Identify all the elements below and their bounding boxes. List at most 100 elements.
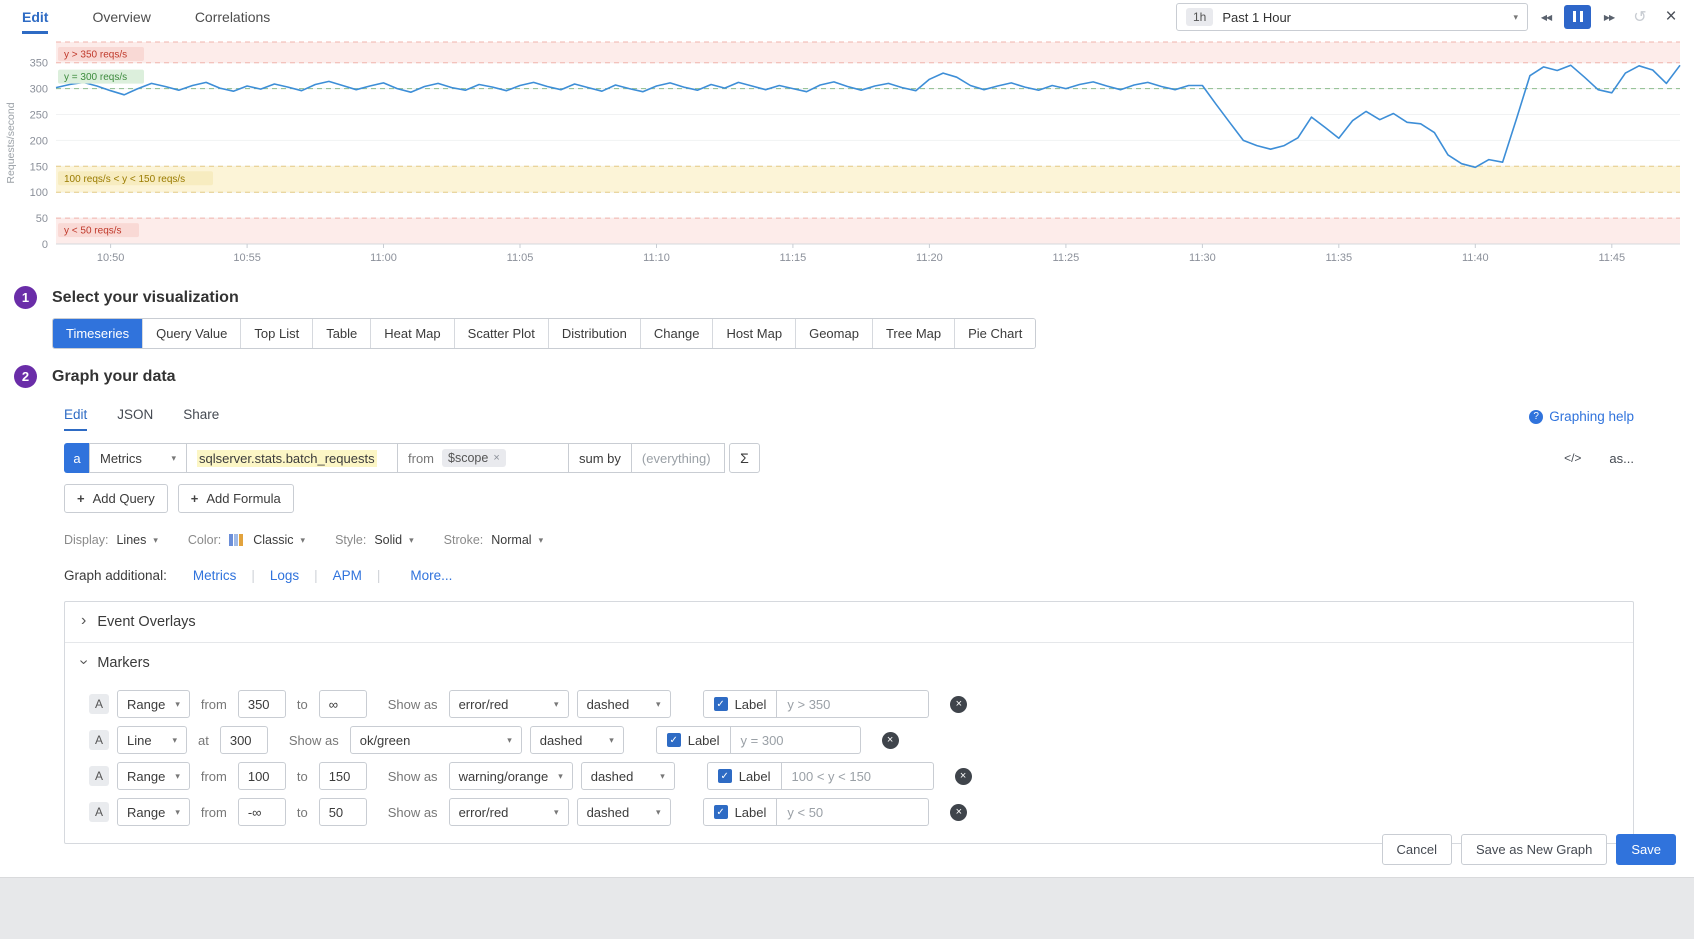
marker-type-select[interactable]: Range▾ bbox=[117, 762, 190, 790]
remove-marker-icon[interactable]: × bbox=[955, 768, 972, 785]
remove-marker-icon[interactable]: × bbox=[950, 804, 967, 821]
close-icon[interactable]: × bbox=[1658, 5, 1684, 29]
graphing-help-link[interactable]: ? Graphing help bbox=[1529, 409, 1634, 431]
time-range-label: Past 1 Hour bbox=[1222, 10, 1504, 25]
save-button[interactable]: Save bbox=[1616, 834, 1676, 865]
pause-button[interactable] bbox=[1564, 5, 1591, 29]
display-type-select[interactable]: Lines ▾ bbox=[116, 533, 157, 547]
remove-scope-icon[interactable]: × bbox=[493, 452, 499, 464]
marker-line-style-select[interactable]: dashed▾ bbox=[577, 690, 671, 718]
viz-option-distribution[interactable]: Distribution bbox=[548, 319, 640, 348]
viz-option-geomap[interactable]: Geomap bbox=[795, 319, 872, 348]
marker-to-input[interactable]: ∞ bbox=[319, 690, 367, 718]
marker-type-select[interactable]: Range▾ bbox=[117, 690, 190, 718]
query-letter-badge: a bbox=[64, 443, 90, 473]
color-palette-select[interactable]: Classic ▾ bbox=[229, 533, 305, 547]
event-overlays-header[interactable]: › Event Overlays bbox=[65, 602, 1633, 643]
marker-severity-select[interactable]: error/red▾ bbox=[449, 690, 569, 718]
plus-icon: + bbox=[191, 491, 199, 506]
save-as-new-graph-button[interactable]: Save as New Graph bbox=[1461, 834, 1607, 865]
as-button[interactable]: as... bbox=[1609, 451, 1634, 466]
query-row: a Metrics ▾ sqlserver.stats.batch_reques… bbox=[64, 443, 1634, 473]
options-panels: › Event Overlays › Markers A Range▾ from bbox=[64, 601, 1634, 844]
scope-input[interactable]: from $scope × bbox=[397, 443, 569, 473]
checkbox-checked-icon[interactable]: ✓ bbox=[714, 697, 728, 711]
page-background-strip bbox=[0, 877, 1694, 939]
stroke-select[interactable]: Normal ▾ bbox=[491, 533, 543, 547]
skip-backward-button[interactable]: ◀◀ bbox=[1533, 5, 1559, 29]
viz-option-scatter-plot[interactable]: Scatter Plot bbox=[454, 319, 548, 348]
viz-option-host-map[interactable]: Host Map bbox=[712, 319, 795, 348]
tab-correlations[interactable]: Correlations bbox=[195, 0, 270, 34]
restart-icon[interactable]: ↺ bbox=[1627, 5, 1653, 29]
svg-text:11:20: 11:20 bbox=[916, 252, 943, 264]
time-range-picker[interactable]: 1h Past 1 Hour ▾ bbox=[1176, 3, 1528, 31]
marker-label-input[interactable]: y < 50 bbox=[777, 798, 929, 826]
viz-option-timeseries[interactable]: Timeseries bbox=[53, 319, 142, 348]
marker-label-input[interactable]: y = 300 bbox=[731, 726, 861, 754]
marker-to-input[interactable]: 50 bbox=[319, 798, 367, 826]
marker-line-style-select[interactable]: dashed▾ bbox=[577, 798, 671, 826]
svg-text:350: 350 bbox=[30, 58, 48, 70]
viz-option-query-value[interactable]: Query Value bbox=[142, 319, 240, 348]
viz-option-tree-map[interactable]: Tree Map bbox=[872, 319, 954, 348]
checkbox-checked-icon[interactable]: ✓ bbox=[714, 805, 728, 819]
tab-overview[interactable]: Overview bbox=[92, 0, 150, 34]
remove-marker-icon[interactable]: × bbox=[882, 732, 899, 749]
marker-severity-select[interactable]: warning/orange▾ bbox=[449, 762, 573, 790]
marker-severity-select[interactable]: error/red▾ bbox=[449, 798, 569, 826]
marker-to-input[interactable]: 150 bbox=[319, 762, 367, 790]
tab-edit[interactable]: Edit bbox=[22, 0, 48, 34]
cancel-button[interactable]: Cancel bbox=[1382, 834, 1452, 865]
marker-line-style-select[interactable]: dashed▾ bbox=[581, 762, 675, 790]
marker-label-input[interactable]: y > 350 bbox=[777, 690, 929, 718]
tab-editor-json[interactable]: JSON bbox=[117, 407, 153, 431]
tab-editor-share[interactable]: Share bbox=[183, 407, 219, 431]
top-bar: Edit Overview Correlations 1h Past 1 Hou… bbox=[0, 0, 1694, 34]
additional-metrics-link[interactable]: Metrics bbox=[193, 568, 237, 583]
checkbox-checked-icon[interactable]: ✓ bbox=[667, 733, 681, 747]
marker-label-toggle[interactable]: ✓ Label bbox=[703, 798, 778, 826]
markers-header[interactable]: › Markers bbox=[65, 643, 1633, 683]
marker-label-toggle[interactable]: ✓ Label bbox=[703, 690, 778, 718]
marker-label-toggle[interactable]: ✓ Label bbox=[707, 762, 782, 790]
remove-marker-icon[interactable]: × bbox=[950, 696, 967, 713]
display-label: Display: bbox=[64, 533, 108, 547]
marker-type-select[interactable]: Range▾ bbox=[117, 798, 190, 826]
marker-type-select[interactable]: Line▾ bbox=[117, 726, 187, 754]
sigma-button[interactable]: Σ bbox=[729, 443, 760, 473]
skip-forward-button[interactable]: ▶▶ bbox=[1596, 5, 1622, 29]
tab-editor-edit[interactable]: Edit bbox=[64, 407, 87, 431]
line-style-select[interactable]: Solid ▾ bbox=[374, 533, 413, 547]
data-source-select[interactable]: Metrics ▾ bbox=[89, 443, 187, 473]
marker-from-input[interactable]: 100 bbox=[238, 762, 286, 790]
additional-logs-link[interactable]: Logs bbox=[270, 568, 299, 583]
marker-from-input[interactable]: -∞ bbox=[238, 798, 286, 826]
timeseries-chart[interactable]: 050100150200250300350y > 350 reqs/sy = 3… bbox=[0, 34, 1694, 270]
marker-query-badge: A bbox=[89, 766, 109, 786]
metric-input[interactable]: sqlserver.stats.batch_requests bbox=[186, 443, 398, 473]
svg-text:11:25: 11:25 bbox=[1053, 252, 1080, 264]
viz-option-top-list[interactable]: Top List bbox=[240, 319, 312, 348]
marker-label-toggle[interactable]: ✓ Label bbox=[656, 726, 731, 754]
marker-line-style-select[interactable]: dashed▾ bbox=[530, 726, 624, 754]
marker-from-input[interactable]: 350 bbox=[238, 690, 286, 718]
from-label: from bbox=[201, 769, 227, 784]
additional-apm-link[interactable]: APM bbox=[333, 568, 362, 583]
viz-option-pie-chart[interactable]: Pie Chart bbox=[954, 319, 1035, 348]
marker-label-input[interactable]: 100 < y < 150 bbox=[782, 762, 934, 790]
add-formula-button[interactable]: + Add Formula bbox=[178, 484, 294, 513]
viz-option-heat-map[interactable]: Heat Map bbox=[370, 319, 453, 348]
checkbox-checked-icon[interactable]: ✓ bbox=[718, 769, 732, 783]
marker-severity-select[interactable]: ok/green▾ bbox=[350, 726, 522, 754]
marker-at-input[interactable]: 300 bbox=[220, 726, 268, 754]
viz-option-change[interactable]: Change bbox=[640, 319, 713, 348]
marker-query-badge: A bbox=[89, 730, 109, 750]
sum-by-input[interactable]: (everything) bbox=[631, 443, 725, 473]
additional-more-link[interactable]: More... bbox=[410, 568, 452, 583]
viz-option-table[interactable]: Table bbox=[312, 319, 370, 348]
caret-down-icon: ▾ bbox=[609, 736, 614, 745]
show-as-label: Show as bbox=[289, 733, 339, 748]
add-query-button[interactable]: + Add Query bbox=[64, 484, 168, 513]
code-view-icon[interactable]: </> bbox=[1564, 451, 1581, 465]
